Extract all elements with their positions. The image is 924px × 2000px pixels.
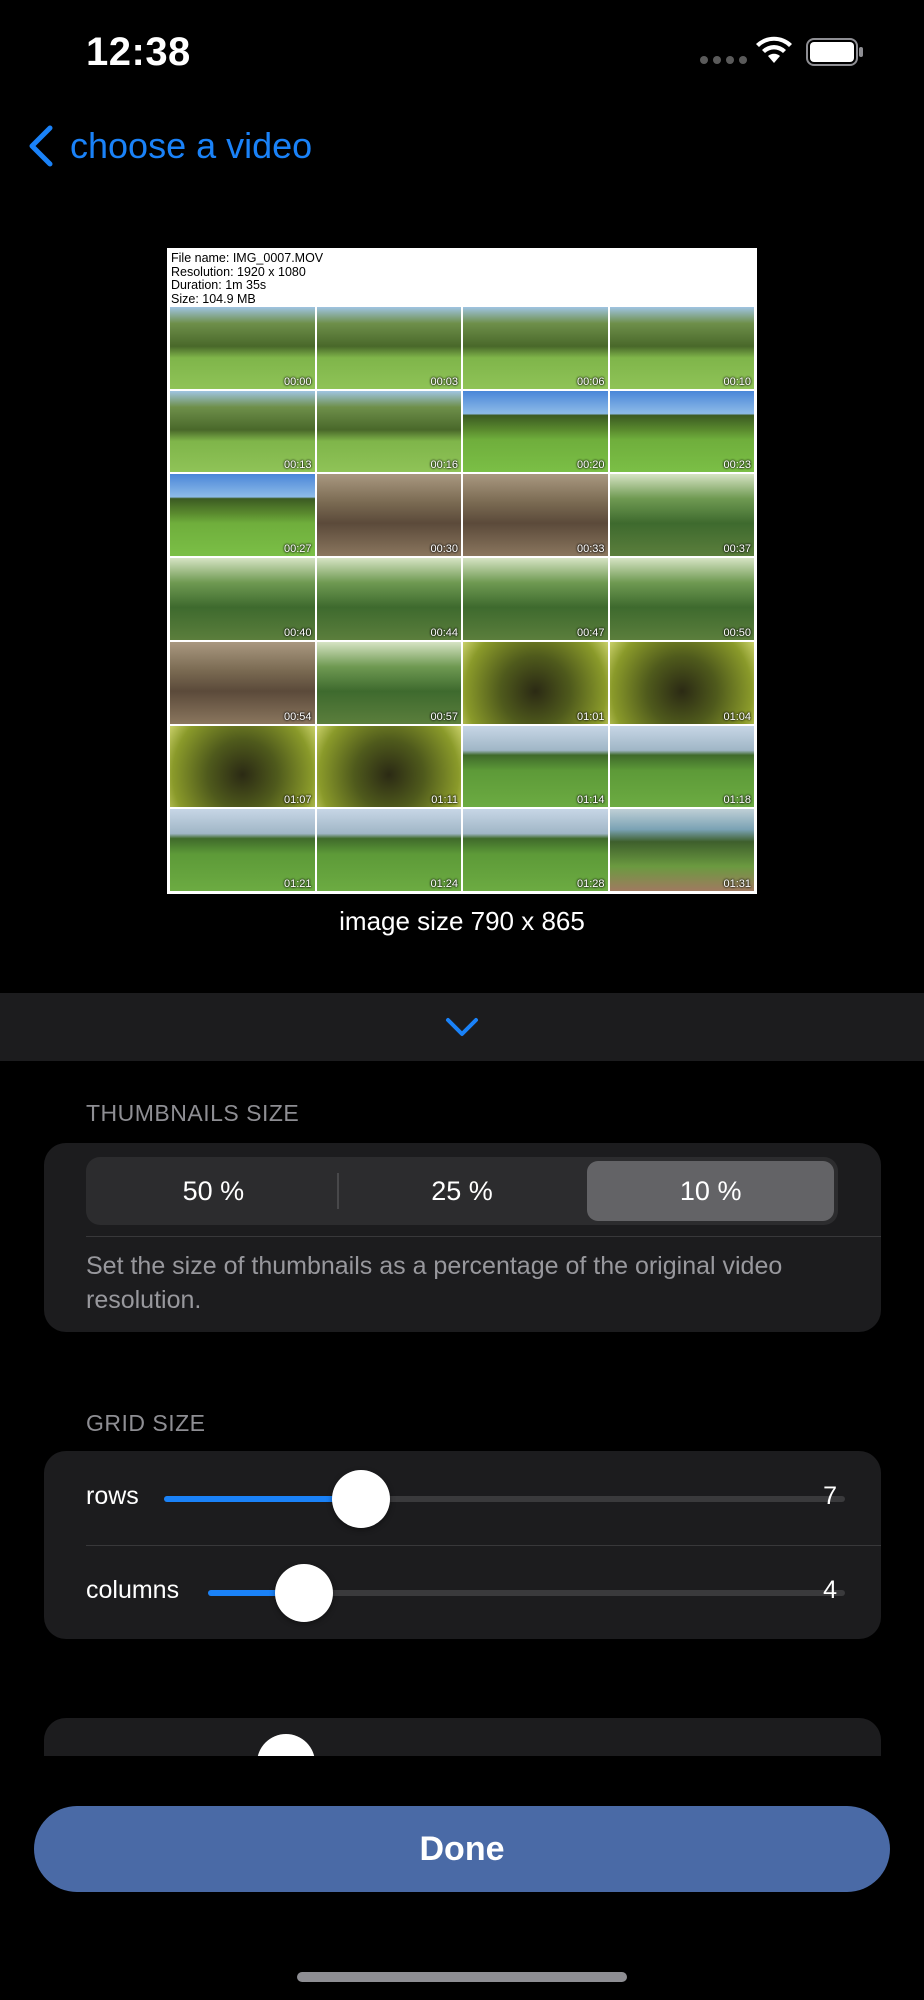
status-bar: 12:38: [0, 0, 924, 100]
thumbnail-timestamp: 01:14: [576, 794, 605, 807]
thumbnail-timestamp: 00:20: [576, 459, 605, 472]
thumbnail-forest: 00:47: [463, 558, 608, 640]
thumbnail-timestamp: 00:40: [283, 626, 312, 639]
thumbnail-timestamp: 00:47: [576, 626, 605, 639]
wifi-icon: [756, 36, 792, 63]
thumbnail-timestamp: 00:54: [283, 710, 312, 723]
rows-slider-knob[interactable]: [332, 1470, 390, 1528]
thumbnail-timestamp: 01:07: [283, 794, 312, 807]
status-time: 12:38: [86, 30, 191, 74]
cellular-signal-icon: [700, 56, 747, 64]
thumbnails-size-description: Set the size of thumbnails as a percenta…: [86, 1252, 783, 1314]
thumbnail-path: 01:31: [609, 809, 754, 891]
slider-knob[interactable]: [257, 1734, 315, 1756]
back-button-label: choose a video: [70, 125, 313, 166]
thumbnail-woods: 00:33: [463, 474, 608, 557]
image-size-label: image size 790 x 865: [339, 906, 585, 936]
thumbnail-timestamp: 01:31: [723, 878, 751, 890]
thumbnail-timestamp: 00:23: [723, 459, 751, 472]
thumbnail-timestamp: 00:13: [283, 459, 312, 472]
thumbnail-canopy: 01:04: [609, 641, 754, 724]
thumbnail-park-people: 00:06: [463, 307, 608, 389]
thumbnail-timestamp: 00:16: [430, 459, 458, 472]
thumbnail-timestamp: 01:01: [576, 710, 605, 723]
thumbnail-field: 01:28: [463, 809, 608, 891]
card-divider: [86, 1236, 881, 1237]
columns-slider-knob[interactable]: [275, 1564, 333, 1622]
rows-value: 7: [823, 1482, 837, 1510]
thumbnail-timestamp: 01:11: [431, 794, 458, 807]
thumbnail-timestamp: 00:06: [576, 375, 605, 388]
thumbnail-canopy: 01:07: [170, 725, 315, 808]
thumbnail-grid: 00:00 00:03 00:06 00:10 00:13 00:16 00:20 00:23…: [170, 307, 754, 891]
thumbnail-forest: 00:57: [316, 641, 461, 724]
thumbnail-timestamp: 00:00: [283, 375, 312, 388]
thumbnail-timestamp: 01:04: [723, 710, 751, 723]
thumbnail-field: 01:24: [316, 809, 461, 891]
grid-size-header: GRID SIZE: [86, 1410, 206, 1436]
home-indicator: [297, 1972, 627, 1982]
chevron-down-icon: [446, 1018, 478, 1036]
thumbnail-timestamp: 00:33: [576, 543, 605, 556]
thumbnail-woods: 00:30: [316, 474, 461, 557]
thumbnail-timestamp: 00:37: [723, 543, 751, 556]
rows-slider[interactable]: [164, 1470, 845, 1528]
thumbnail-park-people: 00:10: [609, 307, 754, 389]
thumbnail-woods: 00:54: [170, 641, 315, 724]
columns-value: 4: [823, 1576, 837, 1604]
thumbnail-timestamp: 00:27: [283, 543, 312, 556]
grid-size-card: rows 7 columns 4: [44, 1451, 881, 1639]
thumbnail-forest: 00:44: [316, 558, 461, 640]
thumbnail-size-segmented-control: 50 % 25 % 10 %: [86, 1157, 838, 1225]
sheet-info-line: Size: 104.9 MB: [171, 291, 256, 306]
thumbnail-timestamp: 01:18: [723, 794, 751, 807]
thumbnail-park-people: 00:16: [316, 390, 461, 473]
next-settings-card: [44, 1718, 881, 1756]
done-button[interactable]: Done: [34, 1806, 890, 1892]
thumbnail-timestamp: 00:57: [430, 710, 458, 723]
battery-icon: [806, 38, 863, 66]
thumbnail-field: 01:21: [170, 809, 315, 891]
thumbnail-canopy: 01:01: [463, 641, 608, 724]
chevron-left-icon: [29, 125, 53, 167]
thumbnail-canopy: 01:11: [316, 725, 461, 808]
thumbnail-timestamp: 00:03: [430, 375, 458, 388]
sheet-info-line: Duration: 1m 35s: [171, 278, 267, 292]
thumbnail-forest: 00:40: [170, 558, 315, 640]
thumbnail-timestamp: 00:50: [723, 626, 751, 639]
thumbnail-forest: 00:50: [609, 558, 754, 640]
contact-sheet-preview: File name: IMG_0007.MOV Resolution: 1920…: [167, 248, 757, 894]
thumbnail-timestamp: 00:44: [430, 626, 458, 639]
sheet-info-line: Resolution: 1920 x 1080: [171, 264, 306, 279]
thumbnail-timestamp: 01:21: [283, 878, 312, 890]
columns-label: columns: [86, 1576, 180, 1604]
thumbnails-size-card: 50 % 25 % 10 % Set the size of thumbnail…: [44, 1143, 881, 1332]
thumbnails-size-header: THUMBNAILS SIZE: [86, 1100, 300, 1126]
sheet-info: File name: IMG_0007.MOV Resolution: 1920…: [171, 251, 324, 306]
sheet-info-line: File name: IMG_0007.MOV: [171, 251, 324, 265]
thumbnail-park-people: 00:13: [170, 390, 315, 473]
rows-label: rows: [86, 1482, 139, 1510]
thumbnail-timestamp: 01:24: [430, 878, 458, 890]
back-button[interactable]: choose a video: [26, 124, 312, 168]
thumbnail-timestamp: 00:10: [723, 375, 751, 388]
columns-slider[interactable]: [208, 1564, 845, 1622]
thumbnail-park-people: 00:03: [316, 307, 461, 389]
thumbnail-forest: 00:37: [609, 474, 754, 557]
thumbnail-timestamp: 00:30: [430, 543, 458, 556]
segment-10-percent[interactable]: 10 %: [587, 1161, 835, 1221]
collapse-toggle[interactable]: [0, 993, 924, 1061]
segment-50-percent[interactable]: 50 %: [90, 1161, 337, 1221]
rows-slider-row: rows 7: [44, 1451, 881, 1545]
thumbnail-park-people: 00:00: [170, 307, 315, 389]
segment-25-percent[interactable]: 25 %: [339, 1161, 586, 1221]
thumbnail-park: 00:27: [170, 474, 315, 557]
thumbnail-field: 01:18: [609, 725, 754, 808]
thumbnail-field: 01:14: [463, 725, 608, 808]
thumbnail-park: 00:20: [463, 390, 608, 473]
thumbnail-timestamp: 01:28: [576, 878, 605, 890]
columns-slider-row: columns 4: [44, 1545, 881, 1639]
thumbnail-park: 00:23: [609, 390, 754, 473]
